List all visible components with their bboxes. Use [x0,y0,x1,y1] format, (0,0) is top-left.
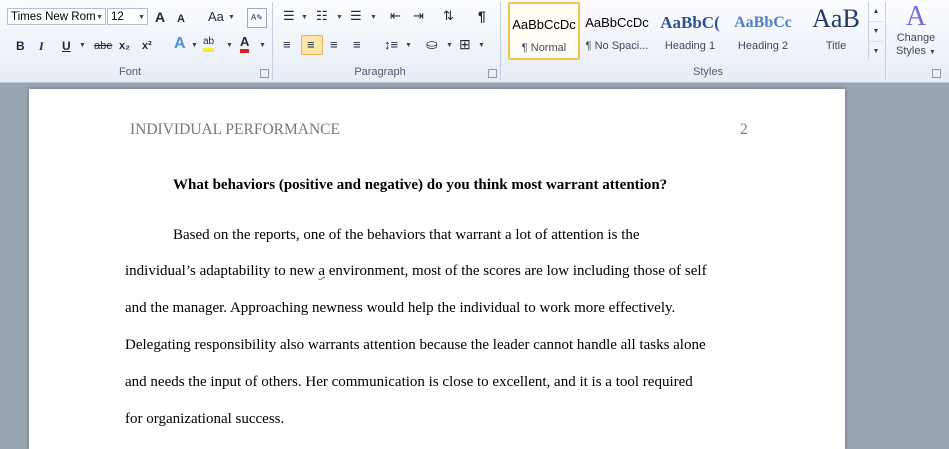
style-sample: AaBbCcDc [585,15,649,30]
numbering-icon[interactable]: ☷ [316,8,328,24]
chevron-down-icon[interactable]: ▼ [96,9,103,24]
decrease-indent-icon[interactable]: ⇤ [390,8,401,24]
change-case-button[interactable]: Aa [208,9,224,25]
body-line-5: and needs the input of others. Her commu… [125,374,693,390]
chevron-down-icon[interactable]: ▼ [370,14,377,21]
text-effects-button[interactable]: A [174,36,186,52]
change-styles-label-2: Styles [896,45,926,57]
font-name-value: Times New Rom [11,11,96,23]
body-line-1: Based on the reports, one of the behavio… [173,227,640,243]
borders-icon[interactable]: ⊞ [459,36,471,52]
italic-button[interactable]: I [39,38,44,54]
bullets-icon[interactable]: ☰ [283,8,295,24]
style-name: Heading 1 [664,40,716,52]
style-sample: AaBbC( [660,13,720,32]
paragraph-group-label: Paragraph [354,66,406,78]
shading-icon[interactable]: ⛀ [426,36,438,52]
font-dialog-launcher-icon[interactable] [260,69,269,78]
body-line-4: Delegating responsibility also warrants … [125,337,706,353]
change-styles-button[interactable]: A Change Styles ▼ [887,2,945,64]
style-name: ¶ Normal [521,42,567,54]
superscript-button[interactable]: x² [142,38,152,54]
document-page[interactable]: INDIVIDUAL PERFORMANCE 2 What behaviors … [29,89,845,449]
clear-formatting-icon[interactable]: A✎ [247,8,267,28]
font-size-combo[interactable]: 12 ▼ [107,8,148,25]
grammar-flagged-word[interactable]: a [318,263,325,279]
style-title[interactable]: AaB Title [800,2,872,60]
chevron-down-icon[interactable]: ▼ [301,14,308,21]
group-divider [500,2,501,80]
body-line-2-end: environment, most of the scores are low … [324,263,707,279]
styles-group-label: Styles [693,66,723,78]
chevron-down-icon[interactable]: ▼ [226,42,233,49]
increase-indent-icon[interactable]: ⇥ [413,8,424,24]
style-name: Title [825,40,847,52]
scroll-down-icon[interactable]: ▼ [869,22,883,42]
grow-font-button[interactable]: A [155,9,165,25]
bold-button[interactable]: B [16,38,25,54]
style-normal[interactable]: AaBbCcDc ¶ Normal [508,2,580,60]
font-color-button[interactable]: A [240,35,250,53]
body-line-2: individual’s adaptability to new a envir… [125,263,707,280]
sort-icon[interactable]: ⇅ [443,8,454,24]
strikethrough-button[interactable]: abe [94,38,112,54]
style-name: Heading 2 [737,40,789,52]
body-line-6: for organizational success. [125,411,285,427]
justify-icon[interactable]: ≡ [353,37,361,53]
line-spacing-icon[interactable]: ↕≡ [384,37,398,53]
highlight-button[interactable]: ab [203,35,215,52]
styles-gallery-scroll[interactable]: ▲ ▼ ▼ [868,2,883,60]
chevron-down-icon[interactable]: ▼ [405,42,412,49]
style-heading-1[interactable]: AaBbC( Heading 1 [654,2,726,60]
change-styles-icon: A [905,1,927,32]
group-divider [885,2,886,80]
show-formatting-marks-icon[interactable]: ¶ [478,8,486,24]
style-sample: AaBbCcDc [512,17,576,32]
subscript-button[interactable]: x₂ [119,38,130,54]
chevron-down-icon: ▼ [929,49,936,56]
change-styles-label-1: Change [896,32,936,44]
style-name: ¶ No Spaci... [585,40,649,52]
ribbon: Times New Rom ▼ 12 ▼ A A Aa ▼ A✎ B I U ▼… [0,0,949,83]
align-center-icon[interactable]: ≡ [307,37,315,53]
group-divider [272,2,273,80]
body-line-2-start: individual’s adaptability to new [125,263,319,279]
multilevel-list-icon[interactable]: ☰ [350,8,362,24]
style-no-spacing[interactable]: AaBbCcDc ¶ No Spaci... [581,2,653,60]
font-size-value: 12 [111,11,124,23]
chevron-down-icon[interactable]: ▼ [259,42,266,49]
chevron-down-icon[interactable]: ▼ [336,14,343,21]
chevron-down-icon[interactable]: ▼ [478,42,485,49]
styles-gallery: AaBbCcDc ¶ Normal AaBbCcDc ¶ No Spaci...… [506,2,860,62]
chevron-down-icon[interactable]: ▼ [228,14,235,21]
font-name-combo[interactable]: Times New Rom ▼ [7,8,106,25]
styles-dialog-launcher-icon[interactable] [932,69,941,78]
shrink-font-button[interactable]: A [177,11,185,27]
style-sample: AaBbCc [734,14,792,31]
style-sample: AaB [812,4,860,33]
question-heading: What behaviors (positive and negative) d… [173,177,668,193]
body-line-3: and the manager. Approaching newness wou… [125,300,676,316]
chevron-down-icon[interactable]: ▼ [138,9,145,24]
chevron-down-icon[interactable]: ▼ [446,42,453,49]
chevron-down-icon[interactable]: ▼ [79,42,86,49]
page-number: 2 [740,121,748,138]
font-group-label: Font [118,66,141,78]
chevron-down-icon[interactable]: ▼ [191,42,198,49]
change-styles-label-2-wrap: Styles ▼ [887,45,945,59]
align-left-icon[interactable]: ≡ [283,37,291,53]
running-head: INDIVIDUAL PERFORMANCE [130,121,340,138]
style-heading-2[interactable]: AaBbCc Heading 2 [727,2,799,60]
align-right-icon[interactable]: ≡ [330,37,338,53]
paragraph-dialog-launcher-icon[interactable] [488,69,497,78]
scroll-up-icon[interactable]: ▲ [869,2,883,22]
more-styles-icon[interactable]: ▼ [869,42,883,61]
underline-button[interactable]: U [62,38,71,54]
